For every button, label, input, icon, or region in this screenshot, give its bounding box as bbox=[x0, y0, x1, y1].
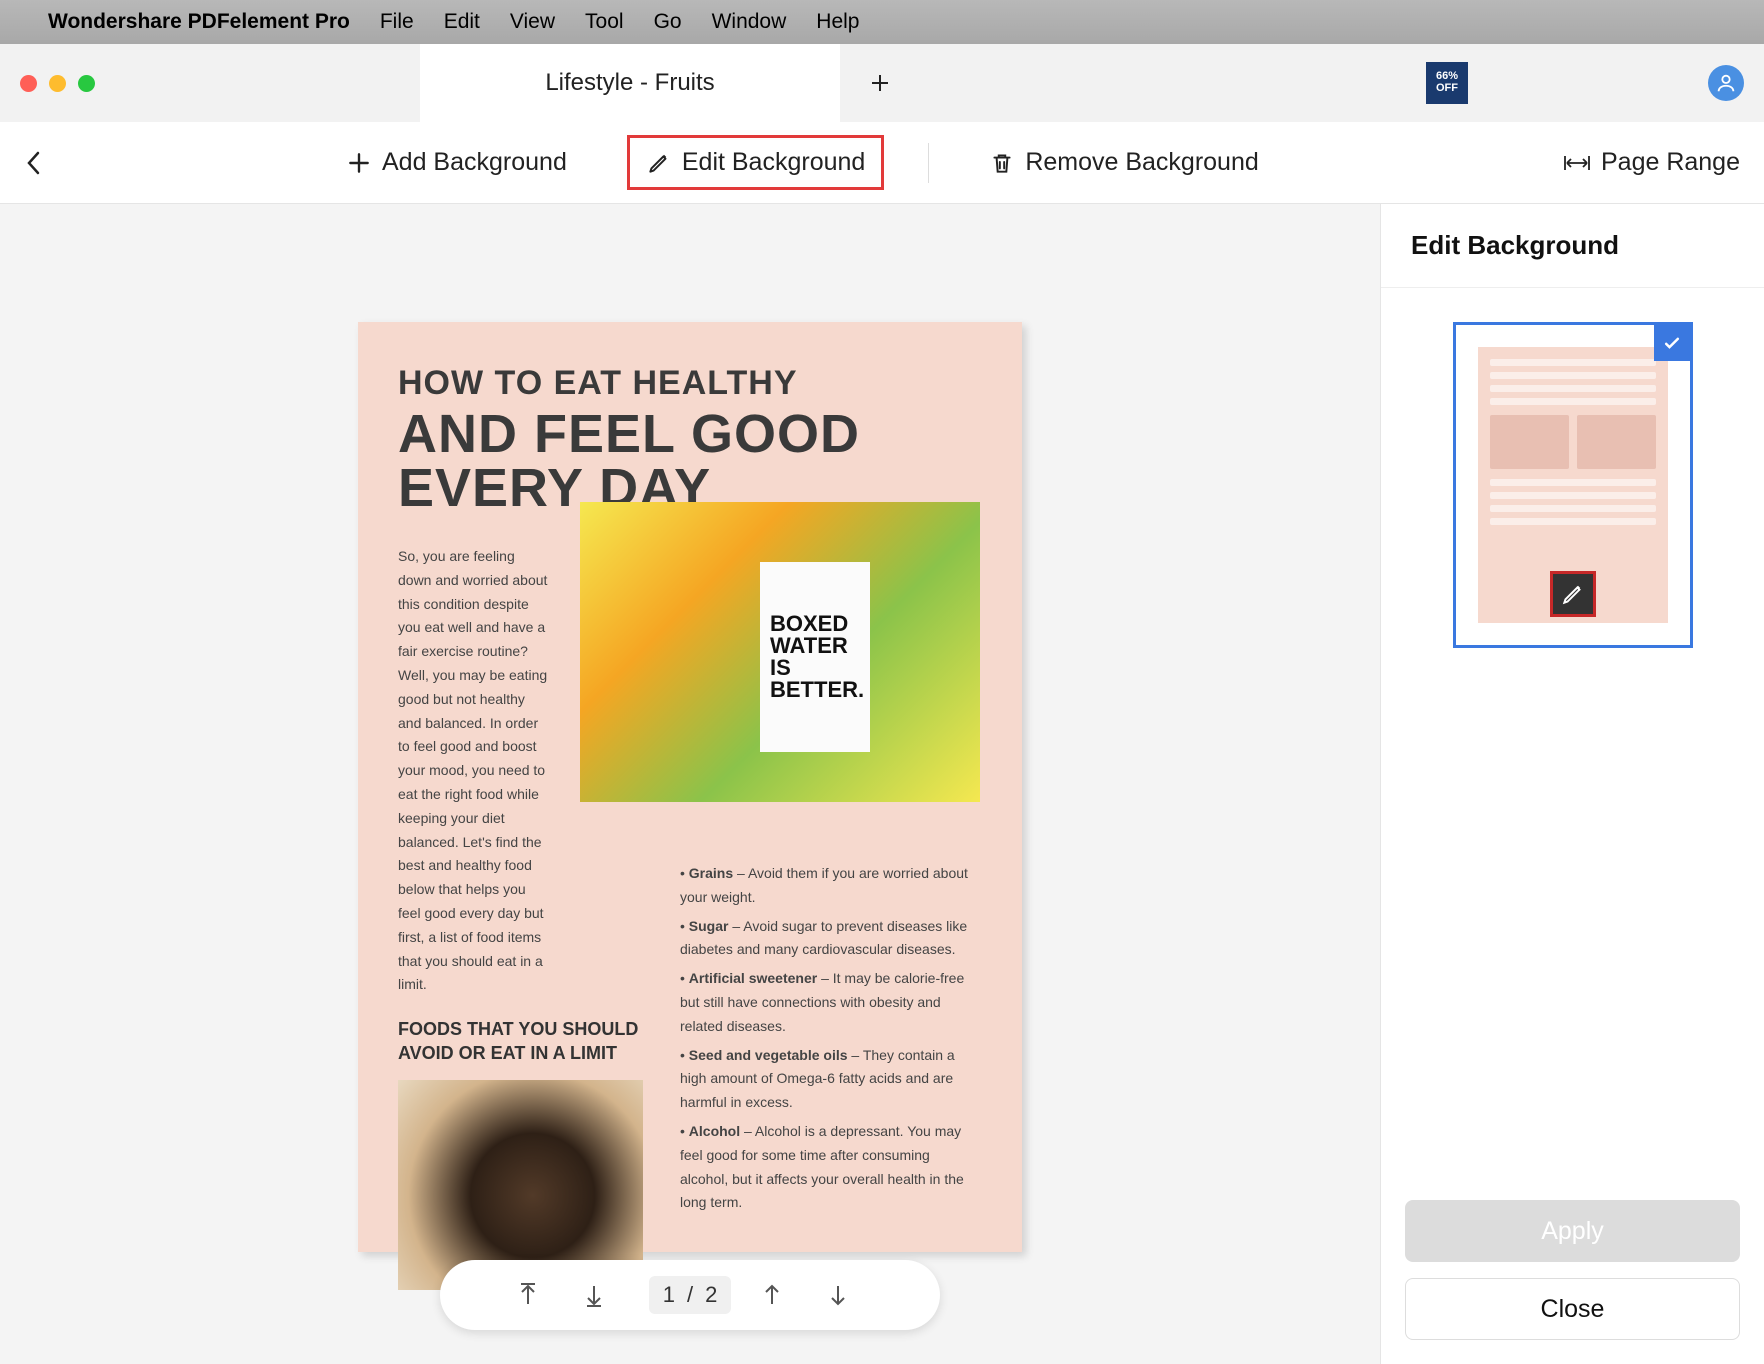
document-tab[interactable]: Lifestyle - Fruits bbox=[420, 44, 840, 122]
maximize-window-icon[interactable] bbox=[78, 75, 95, 92]
app-name[interactable]: Wondershare PDFelement Pro bbox=[48, 10, 350, 34]
new-tab-button[interactable] bbox=[868, 71, 892, 95]
current-page: 1 bbox=[663, 1282, 675, 1308]
doc-carton-graphic: BOXED WATER IS BETTER. bbox=[760, 562, 870, 752]
user-avatar-icon[interactable] bbox=[1708, 65, 1744, 101]
edit-background-button[interactable]: Edit Background bbox=[627, 135, 884, 190]
doc-citrus-image: BOXED WATER IS BETTER. bbox=[580, 502, 980, 802]
minimize-window-icon[interactable] bbox=[49, 75, 66, 92]
background-toolbar: Add Background Edit Background Remove Ba… bbox=[0, 122, 1764, 204]
next-page-button[interactable] bbox=[827, 1282, 863, 1308]
background-thumbnails bbox=[1381, 288, 1764, 1176]
doc-bullet-list: • Grains – Avoid them if you are worried… bbox=[680, 862, 980, 1220]
panel-footer: Apply Close bbox=[1381, 1176, 1764, 1364]
add-background-button[interactable]: Add Background bbox=[330, 138, 583, 187]
remove-background-label: Remove Background bbox=[1025, 148, 1258, 177]
add-background-label: Add Background bbox=[382, 148, 567, 177]
background-thumbnail[interactable] bbox=[1453, 322, 1693, 648]
promo-badge[interactable]: 66% OFF bbox=[1426, 62, 1468, 104]
last-page-button[interactable] bbox=[583, 1282, 619, 1308]
close-label: Close bbox=[1541, 1295, 1605, 1324]
doc-title-line1: HOW TO EAT HEALTHY bbox=[398, 364, 982, 403]
page-indicator[interactable]: 1 / 2 bbox=[649, 1276, 732, 1314]
doc-section-title: FOODS THAT YOU SHOULD AVOID OR EAT IN A … bbox=[398, 1017, 643, 1066]
document-canvas[interactable]: HOW TO EAT HEALTHY AND FEEL GOOD EVERY D… bbox=[0, 204, 1380, 1364]
menu-view[interactable]: View bbox=[510, 10, 555, 34]
tab-bar: Lifestyle - Fruits 66% OFF bbox=[0, 44, 1764, 122]
edit-background-label: Edit Background bbox=[682, 148, 865, 177]
prev-page-button[interactable] bbox=[761, 1282, 797, 1308]
window-controls bbox=[20, 75, 95, 92]
edit-thumbnail-button[interactable] bbox=[1550, 571, 1596, 617]
check-icon bbox=[1654, 325, 1690, 361]
page-sep: / bbox=[687, 1282, 693, 1308]
page-range-label: Page Range bbox=[1601, 148, 1740, 177]
apply-label: Apply bbox=[1541, 1217, 1604, 1246]
close-button[interactable]: Close bbox=[1405, 1278, 1740, 1340]
menu-edit[interactable]: Edit bbox=[444, 10, 480, 34]
toolbar-separator bbox=[928, 143, 929, 183]
promo-off: OFF bbox=[1436, 83, 1458, 95]
first-page-button[interactable] bbox=[517, 1282, 553, 1308]
back-button[interactable] bbox=[24, 149, 42, 177]
remove-background-button[interactable]: Remove Background bbox=[973, 138, 1274, 187]
doc-title-line2: AND FEEL GOOD EVERY DAY bbox=[398, 407, 982, 515]
page-range-icon bbox=[1563, 152, 1591, 174]
total-pages: 2 bbox=[705, 1282, 717, 1308]
menu-tool[interactable]: Tool bbox=[585, 10, 624, 34]
page-range-button[interactable]: Page Range bbox=[1563, 148, 1740, 177]
plus-icon bbox=[346, 150, 372, 176]
panel-title: Edit Background bbox=[1381, 204, 1764, 288]
menu-go[interactable]: Go bbox=[654, 10, 682, 34]
document-tab-label: Lifestyle - Fruits bbox=[545, 69, 714, 97]
doc-coffee-image bbox=[398, 1080, 643, 1290]
menu-file[interactable]: File bbox=[380, 10, 414, 34]
close-window-icon[interactable] bbox=[20, 75, 37, 92]
page-navigator: 1 / 2 bbox=[440, 1260, 940, 1330]
edit-background-panel: Edit Background Apply Clo bbox=[1380, 204, 1764, 1364]
trash-icon bbox=[989, 150, 1015, 176]
pencil-icon bbox=[646, 150, 672, 176]
macos-menubar: Wondershare PDFelement Pro File Edit Vie… bbox=[0, 0, 1764, 44]
menu-window[interactable]: Window bbox=[712, 10, 787, 34]
menu-help[interactable]: Help bbox=[816, 10, 859, 34]
doc-intro-text: So, you are feeling down and worried abo… bbox=[398, 545, 548, 997]
apply-button[interactable]: Apply bbox=[1405, 1200, 1740, 1262]
pdf-page-preview: HOW TO EAT HEALTHY AND FEEL GOOD EVERY D… bbox=[358, 322, 1022, 1252]
